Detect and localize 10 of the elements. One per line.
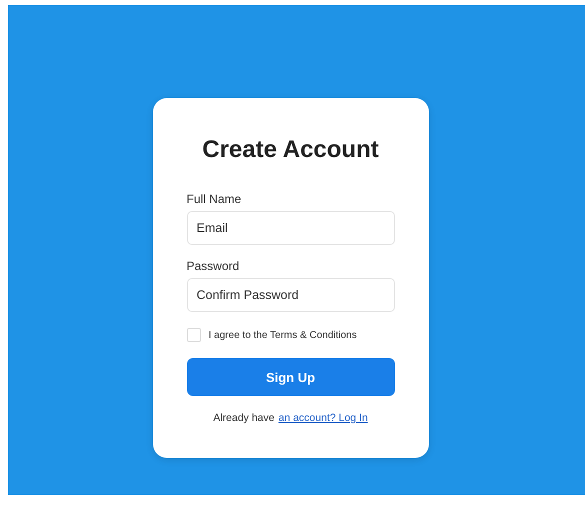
login-link[interactable]: an account? Log In [278,412,368,424]
form-title: Create Account [202,136,379,164]
input-field[interactable]: Confirm Password [186,278,394,312]
checkbox[interactable] [186,328,200,342]
checkbox-label: I agree to the Terms & Conditions [208,330,357,340]
input-field[interactable]: Email [186,211,394,245]
sign-up-button[interactable]: Sign Up [186,358,394,396]
field-label: Password [186,259,240,273]
field-label: Full Name [186,192,242,206]
footer-text: Already have [213,412,274,424]
